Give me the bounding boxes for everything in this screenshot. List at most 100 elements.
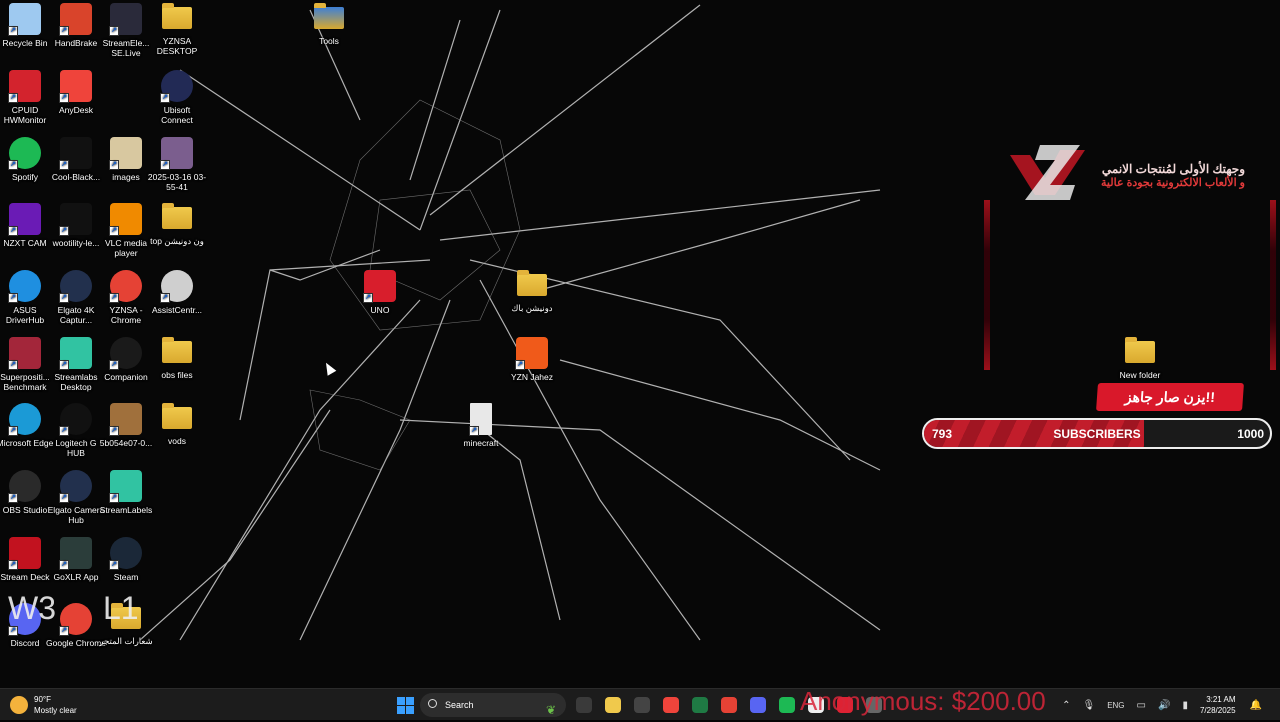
weather-widget[interactable]: 90°F Mostly clear [10, 693, 77, 717]
desktop-icon[interactable]: ↗ YZN Jahez [500, 337, 564, 382]
folder-icon [314, 3, 344, 29]
search-placeholder: Search [445, 700, 474, 710]
desktop-icon-label: YZNSA DESKTOP [156, 36, 198, 56]
desktop-icon[interactable]: ↗ AssistCentr... [145, 270, 209, 315]
desktop-icon[interactable]: New folder [1108, 337, 1172, 380]
spotify-icon[interactable] [779, 697, 795, 713]
superposition-icon: ↗ [8, 337, 41, 370]
hwmonitor-icon: ↗ [8, 70, 41, 103]
obs-icon: ↗ [8, 470, 41, 503]
edge-icon: ↗ [8, 403, 41, 436]
shortcut-arrow-icon: ↗ [363, 293, 373, 303]
shortcut-arrow-icon: ↗ [8, 293, 18, 303]
shortcut-arrow-icon: ↗ [160, 160, 170, 170]
uno-icon: ↗ [363, 270, 396, 303]
overlay-tagline: وجهتك الأولى لمُنتجات الانمي و الألعاب ا… [1065, 162, 1245, 190]
shortcut-arrow-icon: ↗ [109, 226, 119, 236]
shortcut-arrow-icon: ↗ [109, 560, 119, 570]
shortcut-arrow-icon: ↗ [59, 293, 69, 303]
desktop-icon[interactable]: ↗ AnyDesk [44, 70, 108, 115]
shortcut-arrow-icon: ↗ [109, 360, 119, 370]
desktop-icon-label: YZN Jahez [510, 372, 554, 382]
desktop-icon-label: AssistCentr... [151, 305, 203, 315]
language-indicator[interactable]: ENG [1107, 701, 1124, 710]
clock[interactable]: 3:21 AM 7/28/2025 [1200, 694, 1236, 716]
text-file-icon: ↗ [469, 403, 492, 436]
shortcut-arrow-icon: ↗ [8, 26, 18, 36]
desktop-icon-label: obs files [161, 370, 193, 380]
logitech-ghub-icon: ↗ [59, 403, 92, 436]
shortcut-arrow-icon: ↗ [109, 493, 119, 503]
task-view-icon[interactable] [576, 697, 592, 713]
weather-moon-icon [10, 696, 28, 714]
taskbar-search-box[interactable]: Search ❦ [420, 693, 566, 717]
shortcut-arrow-icon: ↗ [469, 426, 479, 436]
shortcut-arrow-icon: ↗ [8, 360, 18, 370]
overlay-tagline-line2: و الألعاب الالكترونية بجودة عالية [1101, 177, 1245, 189]
desktop-icon[interactable]: ↗ minecraft [449, 403, 513, 448]
overlay-stray-text-w3: W3 [8, 590, 56, 626]
companion-icon: ↗ [109, 337, 142, 370]
vlc-icon: ↗ [109, 203, 142, 236]
desktop-icon[interactable]: obs files [145, 337, 209, 380]
ubisoft-icon: ↗ [160, 70, 193, 103]
anydesk-icon: ↗ [59, 70, 92, 103]
shortcut-arrow-icon: ↗ [8, 160, 18, 170]
chrome-icon[interactable] [721, 697, 737, 713]
assistcentre-icon: ↗ [160, 270, 193, 303]
subscriber-goal: 1000 [1237, 427, 1264, 441]
desktop-icon-label: top ون دونيشن [150, 236, 204, 246]
donation-alert-text: Anonymous: $200.00 [800, 686, 1046, 716]
desktop-icon[interactable]: top ون دونيشن [145, 203, 209, 246]
desktop-icon[interactable]: ↗ 2025-03-16 03-55-41 [145, 137, 209, 192]
goxlr-icon: ↗ [59, 537, 92, 570]
battery-icon[interactable]: ▮ [1182, 700, 1188, 711]
wooting-icon: ↗ [59, 203, 92, 236]
obs-icon[interactable] [634, 697, 650, 713]
clock-time: 3:21 AM [1206, 695, 1236, 704]
folder-icon [162, 3, 192, 29]
asus-driverhub-icon: ↗ [8, 270, 41, 303]
folder-icon [162, 337, 192, 363]
desktop-icon-label: شعارات المتجر [99, 636, 153, 646]
folder-icon [517, 270, 547, 296]
taskbar: 90°F Mostly clear Search ❦ ⌃ 🎙 ENG ▭ 🔊 ▮… [0, 688, 1280, 720]
elgato-camera-hub-icon: ↗ [59, 470, 92, 503]
folder-icon [162, 203, 192, 229]
microphone-icon[interactable]: 🎙 [1082, 700, 1095, 711]
overlay-stray-text-l1: L1 [103, 590, 139, 626]
network-icon[interactable]: ▭ [1137, 700, 1146, 711]
desktop-icon-label: دونيشن باك [511, 303, 553, 313]
subscriber-goal-bar: 793 SUBSCRIBERS 1000 [922, 418, 1272, 449]
stream-deck-icon: ↗ [8, 537, 41, 570]
streamlabels-icon: ↗ [109, 470, 142, 503]
excel-icon[interactable] [692, 697, 708, 713]
shortcut-arrow-icon: ↗ [59, 560, 69, 570]
shortcut-arrow-icon: ↗ [8, 493, 18, 503]
desktop-icon-label: StreamLabels [99, 505, 153, 515]
file-explorer-icon[interactable] [605, 697, 621, 713]
notification-bell-icon[interactable]: 🔔 [1250, 700, 1262, 711]
desktop-icon[interactable]: vods [145, 403, 209, 446]
desktop-icon-label: Tools [319, 36, 339, 46]
anydesk-icon[interactable] [663, 697, 679, 713]
desktop-icon[interactable]: Tools [297, 3, 361, 46]
start-button[interactable] [395, 695, 415, 715]
shortcut-arrow-icon: ↗ [8, 626, 18, 636]
desktop-icon-label: New folder [1119, 370, 1161, 380]
overlay-frame-left [984, 200, 990, 370]
desktop-icon[interactable]: ↗ Ubisoft Connect [145, 70, 209, 125]
desktop-icon[interactable]: YZNSA DESKTOP [145, 3, 209, 56]
desktop-icon[interactable]: ↗ StreamLabels [94, 470, 158, 515]
volume-icon[interactable]: 🔊 [1158, 700, 1170, 711]
search-highlight-icon: ❦ [545, 703, 556, 717]
desktop-icon[interactable]: دونيشن باك [500, 270, 564, 313]
tray-overflow-chevron-icon[interactable]: ⌃ [1062, 700, 1070, 711]
desktop-icon[interactable]: ↗ UNO [348, 270, 412, 315]
shortcut-arrow-icon: ↗ [8, 93, 18, 103]
shortcut-arrow-icon: ↗ [59, 426, 69, 436]
shortcut-arrow-icon: ↗ [59, 226, 69, 236]
discord-icon[interactable] [750, 697, 766, 713]
streamlabs-icon: ↗ [59, 337, 92, 370]
desktop-icon[interactable]: ↗ Steam [94, 537, 158, 582]
